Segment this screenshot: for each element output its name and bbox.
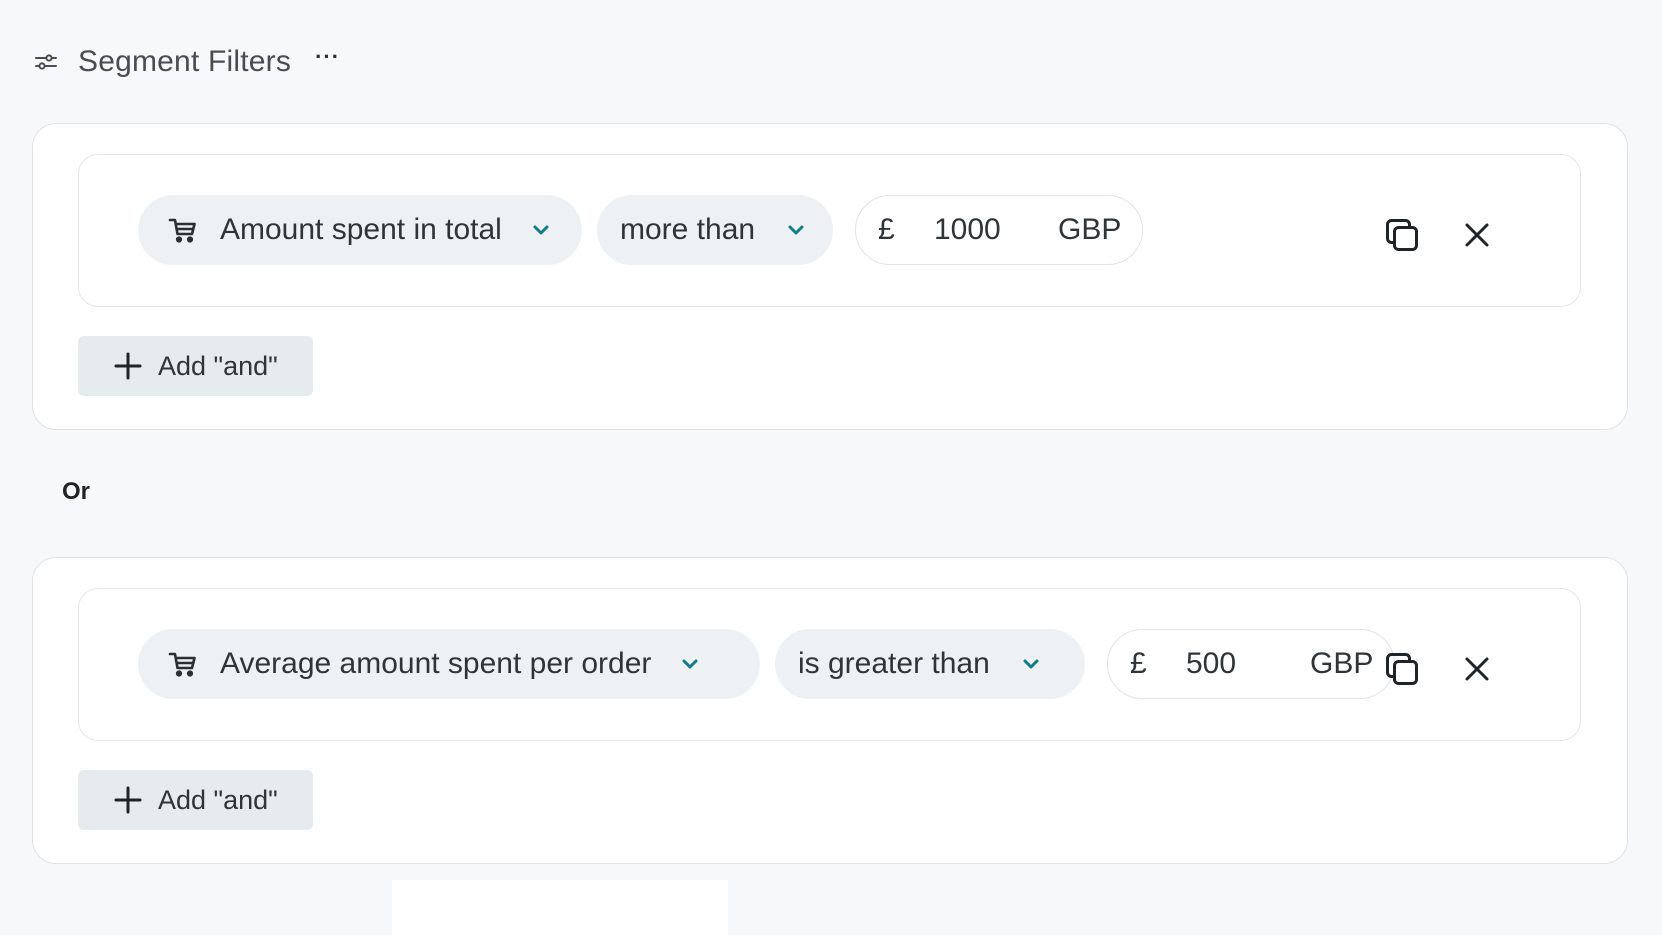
chevron-down-icon bbox=[1020, 653, 1042, 675]
filter-rule: Average amount spent per order is greate… bbox=[78, 588, 1581, 741]
operator-select[interactable]: more than bbox=[597, 195, 833, 265]
operator-label: more than bbox=[620, 213, 756, 246]
plus-icon bbox=[114, 352, 142, 380]
add-and-button[interactable]: Add "and" bbox=[78, 770, 313, 830]
filter-group-2: Average amount spent per order is greate… bbox=[32, 557, 1628, 864]
add-and-label: Add "and" bbox=[158, 350, 278, 381]
page-title: Segment Filters bbox=[78, 45, 292, 78]
filter-group-1: Amount spent in total more than £ 1000 G… bbox=[32, 123, 1628, 430]
currency-unit: GBP bbox=[1058, 213, 1122, 246]
chevron-down-icon bbox=[785, 219, 807, 241]
amount-input-group: £ 500 GBP bbox=[1107, 629, 1395, 699]
field-label: Average amount spent per order bbox=[220, 647, 652, 680]
add-and-button[interactable]: Add "and" bbox=[78, 336, 313, 396]
filter-rule: Amount spent in total more than £ 1000 G… bbox=[78, 154, 1581, 307]
amount-input-group: £ 1000 GBP bbox=[855, 195, 1143, 265]
plus-icon bbox=[114, 786, 142, 814]
or-label: Or bbox=[62, 478, 91, 505]
shopping-cart-icon bbox=[168, 215, 198, 245]
more-options-button[interactable]: ··· bbox=[315, 46, 340, 78]
currency-symbol: £ bbox=[1130, 647, 1147, 680]
blank-panel bbox=[392, 880, 728, 935]
duplicate-icon[interactable] bbox=[1384, 651, 1420, 687]
operator-label: is greater than bbox=[798, 647, 990, 680]
field-select[interactable]: Amount spent in total bbox=[138, 195, 582, 265]
currency-symbol: £ bbox=[878, 213, 895, 246]
field-select[interactable]: Average amount spent per order bbox=[138, 629, 760, 699]
amount-input[interactable]: 500 bbox=[1186, 647, 1296, 681]
segment-filters-header: Segment Filters ··· bbox=[34, 40, 340, 84]
duplicate-icon[interactable] bbox=[1384, 217, 1420, 253]
currency-unit: GBP bbox=[1310, 647, 1374, 680]
amount-input[interactable]: 1000 bbox=[934, 213, 1044, 247]
chevron-down-icon bbox=[679, 653, 701, 675]
shopping-cart-icon bbox=[168, 649, 198, 679]
close-icon[interactable] bbox=[1459, 651, 1495, 687]
filters-sliders-icon bbox=[34, 49, 60, 75]
add-and-label: Add "and" bbox=[158, 784, 278, 815]
chevron-down-icon bbox=[530, 219, 552, 241]
field-label: Amount spent in total bbox=[220, 213, 502, 246]
close-icon[interactable] bbox=[1459, 217, 1495, 253]
operator-select[interactable]: is greater than bbox=[775, 629, 1085, 699]
